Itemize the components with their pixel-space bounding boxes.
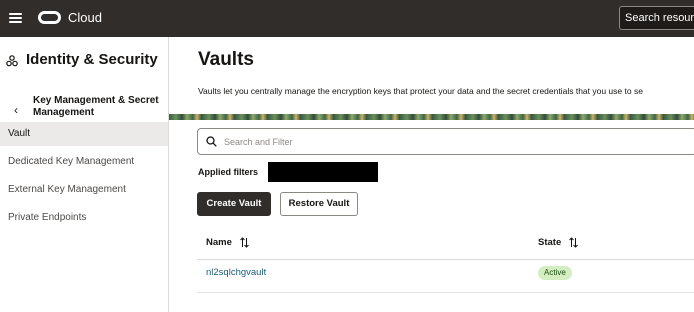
chevron-left-icon[interactable]: ‹ bbox=[14, 103, 18, 117]
sidebar-item-external-key-management[interactable]: External Key Management bbox=[0, 178, 168, 202]
resource-search-input[interactable]: Search resources bbox=[619, 6, 694, 30]
status-badge: Active bbox=[538, 266, 572, 280]
restore-vault-button[interactable]: Restore Vault bbox=[280, 192, 358, 216]
page-title: Vaults bbox=[198, 49, 254, 70]
redacted-filter-chip bbox=[268, 162, 378, 182]
sidebar: Identity & Security ‹ Key Management & S… bbox=[0, 37, 169, 312]
create-vault-button[interactable]: Create Vault bbox=[197, 192, 271, 216]
table-header-divider bbox=[197, 259, 694, 260]
column-header-state[interactable]: State bbox=[538, 237, 561, 248]
top-navigation-bar: Cloud Search resources bbox=[0, 0, 694, 37]
search-icon bbox=[206, 136, 217, 147]
page-description: Vaults let you centrally manage the encr… bbox=[198, 86, 643, 96]
section-title: Key Management & Secret Management bbox=[33, 95, 159, 118]
decorative-banner bbox=[169, 114, 694, 120]
sidebar-item-private-endpoints[interactable]: Private Endpoints bbox=[0, 206, 168, 230]
sort-icon[interactable] bbox=[240, 237, 249, 248]
sidebar-item-vault[interactable]: Vault bbox=[0, 122, 168, 146]
service-title: Identity & Security bbox=[26, 51, 158, 68]
brand-name[interactable]: Cloud bbox=[68, 10, 102, 25]
column-header-name[interactable]: Name bbox=[206, 237, 232, 248]
sort-icon[interactable] bbox=[569, 237, 578, 248]
applied-filters-label: Applied filters bbox=[198, 167, 259, 177]
sidebar-item-dedicated-key-management[interactable]: Dedicated Key Management bbox=[0, 150, 168, 174]
menu-icon[interactable] bbox=[9, 13, 22, 23]
search-filter-input[interactable] bbox=[224, 129, 684, 154]
search-filter-box[interactable] bbox=[197, 128, 694, 155]
identity-security-icon bbox=[6, 55, 18, 67]
vault-name-link[interactable]: nl2sqlchgvault bbox=[206, 267, 266, 278]
table-row-divider bbox=[197, 292, 694, 293]
cloud-logo-icon[interactable] bbox=[38, 11, 61, 24]
